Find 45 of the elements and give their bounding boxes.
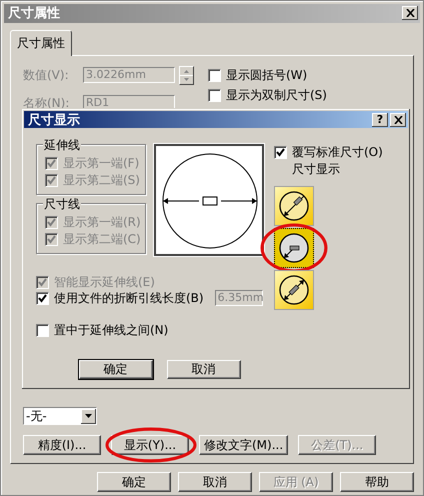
dialog-button[interactable]: 取消 [166, 360, 240, 379]
checkbox[interactable] [274, 146, 287, 158]
checkbox[interactable] [36, 292, 49, 304]
checkbox[interactable] [208, 89, 221, 102]
field-label: 名称(N): [23, 94, 70, 112]
action-button[interactable]: 精度(I)... [23, 435, 101, 455]
field-label: 数值(V): [23, 66, 70, 84]
dialog-title: 尺寸显示 [28, 112, 80, 128]
action-button[interactable]: 显示(Y)... [111, 435, 189, 455]
checkbox-label: 显示第二端(C) [63, 231, 141, 248]
checkbox-label: 显示圆括号(W) [226, 67, 308, 84]
checkbox-label: 智能显示延伸线(E) [54, 274, 155, 290]
dimension-style-icon [278, 232, 310, 264]
close-icon [394, 116, 402, 124]
dimension-style-icon [278, 274, 310, 306]
action-button[interactable]: 修改文字(M)... [199, 435, 288, 455]
display-style-button[interactable] [274, 228, 314, 268]
group-title: 延伸线 [43, 137, 81, 154]
close-button[interactable] [402, 6, 418, 20]
display-style-button[interactable] [274, 186, 314, 226]
tab[interactable]: 尺寸属性 [10, 30, 72, 56]
dimension-style-icon [278, 190, 310, 222]
close-icon [406, 9, 414, 18]
dialog-button[interactable]: 取消 [178, 472, 252, 492]
checkbox-label: 显示第一端(R) [63, 214, 141, 231]
checkbox-label: 置中于延伸线之间(N) [54, 322, 168, 338]
dialog-button[interactable]: 确定 [78, 360, 152, 379]
checkbox-label: 覆写标准尺寸(O) [292, 144, 383, 160]
close-button[interactable] [390, 112, 406, 126]
checkbox-label: 显示第二端(S) [63, 172, 140, 189]
checkbox-label: 显示第一端(F) [63, 155, 140, 172]
dialog-button[interactable]: 帮助 [340, 472, 414, 492]
checkbox-label: 显示为双制尺寸(S) [226, 87, 327, 104]
group-title: 尺寸线 [43, 196, 81, 213]
window-title: 尺寸属性 [8, 5, 60, 22]
help-button[interactable]: ? [372, 112, 388, 126]
display-style-button[interactable] [274, 270, 314, 310]
checkbox[interactable] [208, 69, 221, 82]
dropdown-arrow-icon [85, 414, 92, 418]
section-label: 尺寸显示 [291, 161, 341, 178]
dropdown-value: -无- [25, 408, 47, 424]
checkbox[interactable] [36, 324, 49, 336]
dropdown[interactable]: -无- [23, 407, 97, 425]
dialog-button[interactable]: 确定 [97, 472, 171, 492]
checkbox-label: 使用文件的折断引线长度(B) [54, 290, 204, 306]
